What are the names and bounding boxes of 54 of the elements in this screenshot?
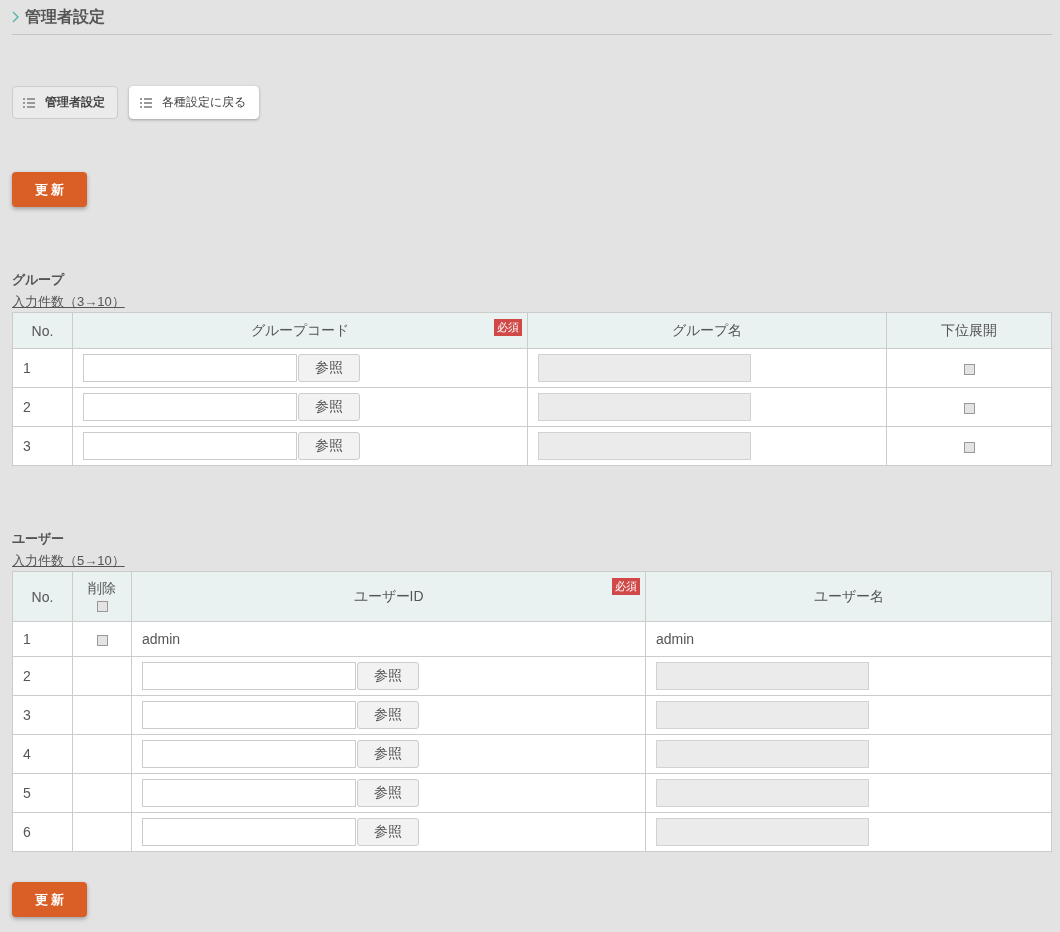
column-label: No.	[31, 322, 54, 339]
row-number: 3	[12, 695, 73, 735]
text-input[interactable]	[142, 701, 356, 729]
list-icon	[140, 97, 152, 108]
browse-button[interactable]: 参照	[357, 701, 419, 729]
checkbox[interactable]	[963, 402, 975, 414]
column-label: グループコード	[251, 321, 349, 338]
nav-button[interactable]: 管理者設定	[12, 86, 118, 119]
browse-button[interactable]: 参照	[357, 818, 419, 846]
text-input[interactable]	[142, 662, 356, 690]
count-link[interactable]: 入力件数（3→10）	[12, 294, 125, 310]
browse-button[interactable]: 参照	[298, 354, 360, 382]
text-input[interactable]	[83, 354, 297, 382]
row-number: 6	[12, 812, 73, 852]
row-number: 5	[12, 773, 73, 813]
update-button[interactable]: 更 新	[12, 172, 87, 207]
row-number: 1	[12, 621, 73, 657]
text-input[interactable]	[83, 432, 297, 460]
table-cell: admin	[645, 621, 1052, 657]
browse-button[interactable]: 参照	[357, 662, 419, 690]
text-input[interactable]	[142, 779, 356, 807]
checkbox[interactable]	[963, 363, 975, 375]
column-label: グループ名	[672, 321, 742, 338]
page-title: 管理者設定	[25, 6, 105, 27]
browse-button[interactable]: 参照	[298, 393, 360, 421]
count-link[interactable]: 入力件数（5→10）	[12, 553, 125, 569]
row-number: 2	[12, 656, 73, 696]
column-label: 下位展開	[941, 321, 997, 338]
column-label: ユーザーID	[353, 587, 424, 604]
row-number: 4	[12, 734, 73, 774]
text-input[interactable]	[142, 818, 356, 846]
browse-button[interactable]: 参照	[357, 779, 419, 807]
chevron-icon	[12, 11, 19, 23]
row-number: 2	[12, 387, 73, 427]
row-number: 3	[12, 426, 73, 466]
table-cell: admin	[131, 621, 646, 657]
nav-button[interactable]: 各種設定に戻る	[129, 86, 259, 119]
column-label: 削除	[88, 579, 116, 596]
list-icon	[23, 97, 35, 108]
update-button[interactable]: 更 新	[12, 882, 87, 917]
checkbox[interactable]	[96, 634, 108, 646]
browse-button[interactable]: 参照	[357, 740, 419, 768]
column-label: ユーザー名	[813, 587, 884, 604]
section-title: グループ	[12, 272, 66, 288]
text-input[interactable]	[142, 740, 356, 768]
column-label: No.	[31, 588, 54, 605]
text-input[interactable]	[83, 393, 297, 421]
browse-button[interactable]: 参照	[298, 432, 360, 460]
required-badge: 必須	[494, 319, 522, 336]
section-title: ユーザー	[12, 531, 65, 547]
required-badge: 必須	[612, 578, 640, 595]
checkbox[interactable]	[963, 441, 975, 453]
row-number: 1	[12, 348, 73, 388]
checkbox[interactable]	[96, 601, 108, 613]
